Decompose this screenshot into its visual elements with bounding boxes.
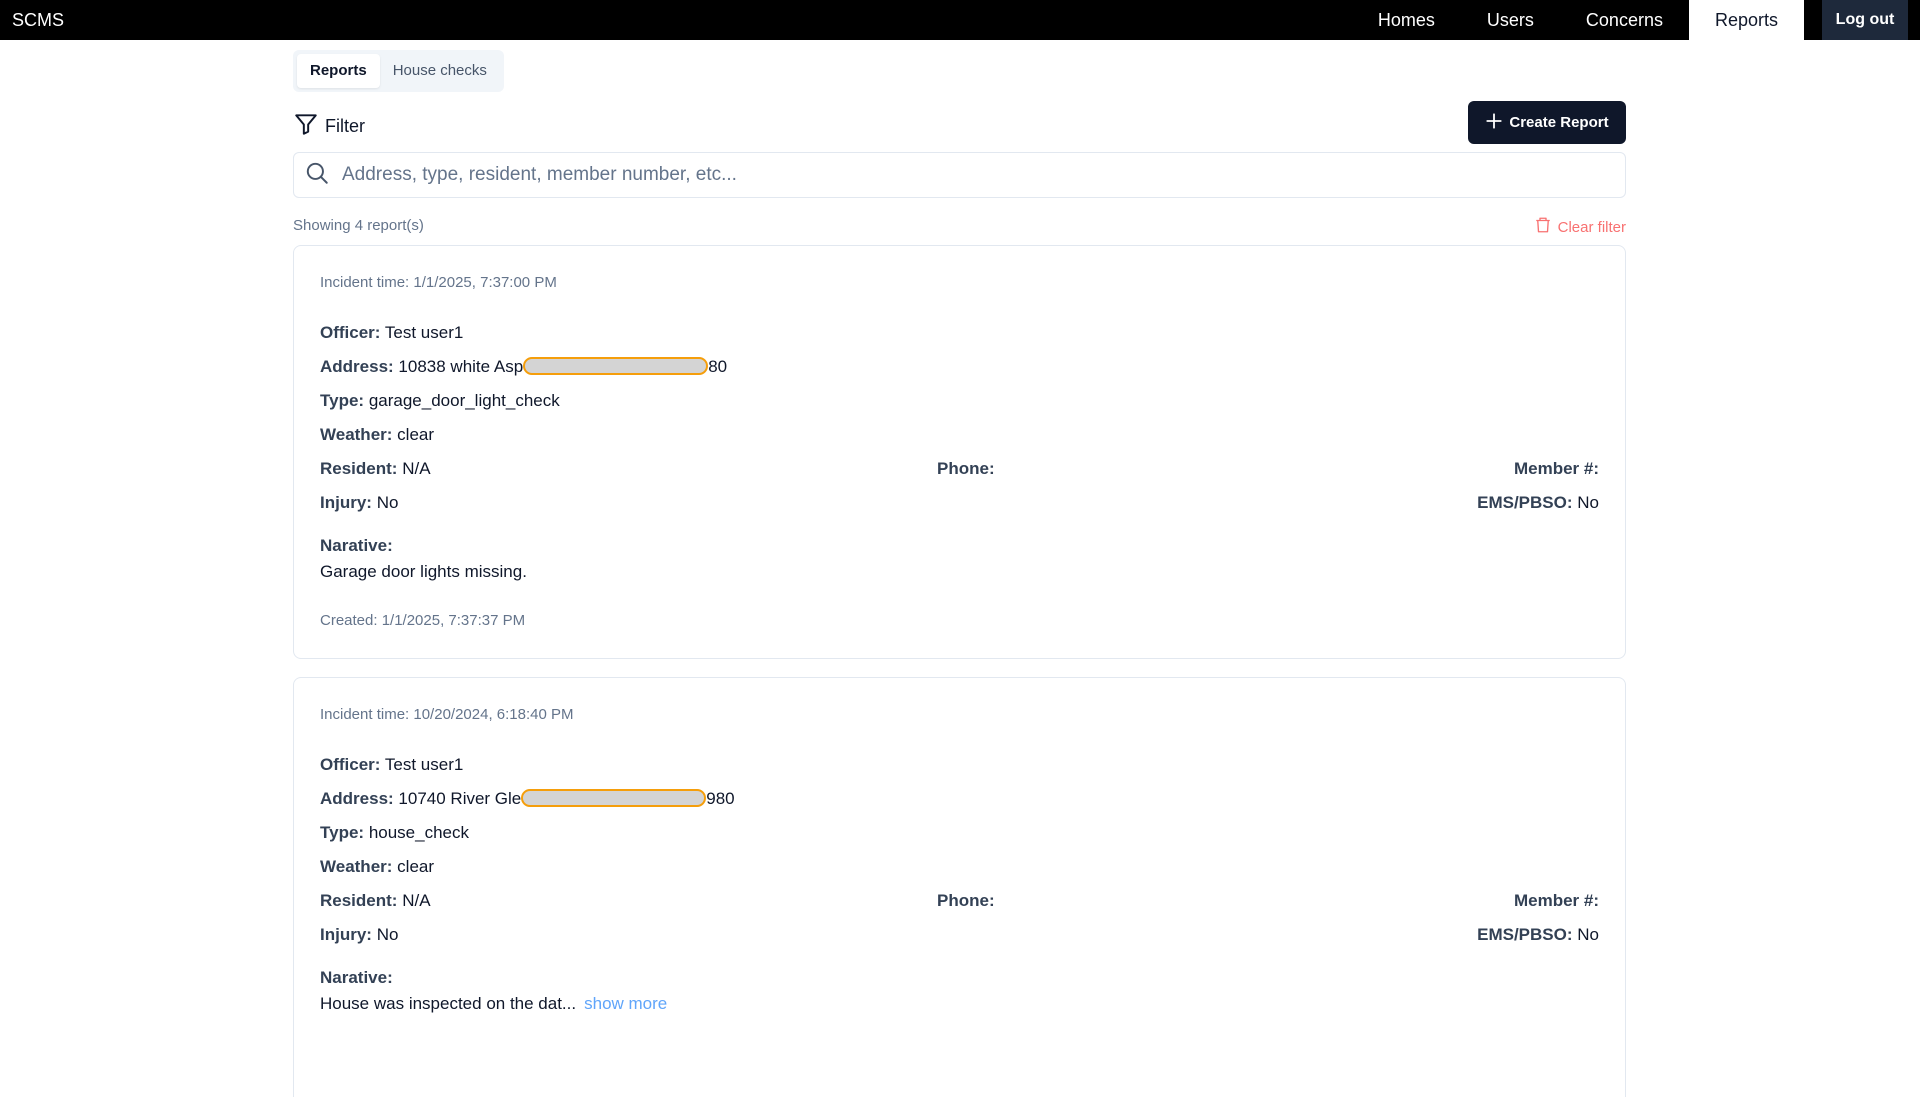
create-report-button[interactable]: Create Report xyxy=(1468,101,1626,144)
officer-label: Officer: xyxy=(320,323,381,342)
injury-label: Injury: xyxy=(320,493,372,512)
clear-filter-label: Clear filter xyxy=(1557,218,1626,236)
phone-field: Phone: xyxy=(937,891,995,911)
search-icon xyxy=(304,160,330,191)
address-field: Address: 10740 River Gle 980 xyxy=(320,789,735,809)
officer-field: Officer: Test user1 xyxy=(320,755,463,775)
nav-concerns[interactable]: Concerns xyxy=(1560,0,1689,40)
address-field: Address: 10838 white Asp 80 xyxy=(320,357,727,377)
plus-icon xyxy=(1485,112,1503,134)
results-count: Showing 4 report(s) xyxy=(293,217,424,234)
narrative-heading: Narative: xyxy=(320,968,393,988)
view-tabs: Reports House checks xyxy=(293,50,504,92)
injury-field: Injury: No xyxy=(320,493,398,513)
weather-value: clear xyxy=(397,857,435,876)
tab-reports[interactable]: Reports xyxy=(297,54,380,88)
narrative-text: House was inspected on the dat... show mo… xyxy=(320,994,667,1014)
nav-reports[interactable]: Reports xyxy=(1688,0,1804,40)
tab-house-checks[interactable]: House checks xyxy=(380,54,500,88)
trash-icon xyxy=(1534,215,1552,239)
nav-users[interactable]: Users xyxy=(1461,0,1560,40)
ems-field: EMS/PBSO: No xyxy=(1477,493,1599,513)
redaction-mark xyxy=(523,357,709,375)
filter-toggle[interactable]: Filter xyxy=(293,112,365,140)
injury-value: No xyxy=(376,925,399,944)
app-brand[interactable]: SCMS xyxy=(12,10,64,31)
weather-field: Weather: clear xyxy=(320,857,434,877)
narrative-heading: Narative: xyxy=(320,536,393,556)
type-field: Type: house_check xyxy=(320,823,469,843)
incident-time: Incident time: 10/20/2024, 6:18:40 PM xyxy=(320,706,574,723)
report-card[interactable]: Incident time: 1/1/2025, 7:37:00 PM Offi… xyxy=(293,245,1626,659)
incident-time: Incident time: 1/1/2025, 7:37:00 PM xyxy=(320,274,557,291)
injury-value: No xyxy=(376,493,399,512)
resident-value: N/A xyxy=(402,459,431,478)
filter-label: Filter xyxy=(325,115,365,136)
member-label: Member #: xyxy=(1513,459,1599,478)
phone-label: Phone: xyxy=(937,459,995,478)
member-field: Member #: xyxy=(1514,891,1599,911)
address-value-end: 980 xyxy=(706,789,735,808)
officer-value: Test user1 xyxy=(384,323,464,342)
main-nav: Homes Users Concerns Reports Log out xyxy=(1352,0,1920,40)
create-report-label: Create Report xyxy=(1509,114,1609,131)
officer-label: Officer: xyxy=(320,755,381,774)
resident-label: Resident: xyxy=(320,459,398,478)
officer-field: Officer: Test user1 xyxy=(320,323,463,343)
phone-label: Phone: xyxy=(937,891,995,910)
resident-value: N/A xyxy=(402,891,431,910)
weather-label: Weather: xyxy=(320,425,393,444)
narrative-label: Narative: xyxy=(320,968,393,987)
weather-field: Weather: clear xyxy=(320,425,434,445)
filter-icon xyxy=(293,111,319,142)
type-field: Type: garage_door_light_check xyxy=(320,391,560,411)
injury-field: Injury: No xyxy=(320,925,398,945)
ems-value: No xyxy=(1577,925,1599,944)
created-time: Created: 1/1/2025, 7:37:37 PM xyxy=(320,612,526,629)
nav-homes[interactable]: Homes xyxy=(1352,0,1461,40)
address-value-end: 80 xyxy=(708,357,728,376)
member-field: Member #: xyxy=(1514,459,1599,479)
type-value: garage_door_light_check xyxy=(368,391,560,410)
member-label: Member #: xyxy=(1513,891,1599,910)
narrative-label: Narative: xyxy=(320,536,393,555)
type-label: Type: xyxy=(320,391,365,410)
ems-label: EMS/PBSO: xyxy=(1477,493,1573,512)
weather-value: clear xyxy=(397,425,435,444)
injury-label: Injury: xyxy=(320,925,372,944)
resident-field: Resident: N/A xyxy=(320,891,431,911)
narrative-text: Garage door lights missing. xyxy=(320,562,527,581)
search-box xyxy=(293,152,1626,198)
redaction-mark xyxy=(521,789,707,807)
search-input[interactable] xyxy=(342,164,1542,186)
show-more-link[interactable]: show more xyxy=(584,994,667,1013)
address-label: Address: xyxy=(320,357,394,376)
ems-value: No xyxy=(1577,493,1599,512)
address-label: Address: xyxy=(320,789,394,808)
phone-field: Phone: xyxy=(937,459,995,479)
type-label: Type: xyxy=(320,823,365,842)
clear-filter-button[interactable]: Clear filter xyxy=(1534,215,1626,239)
narrative-value: House was inspected on the dat... xyxy=(320,994,577,1013)
report-card[interactable]: Incident time: 10/20/2024, 6:18:40 PM Of… xyxy=(293,677,1626,1097)
type-value: house_check xyxy=(368,823,469,842)
weather-label: Weather: xyxy=(320,857,393,876)
resident-field: Resident: N/A xyxy=(320,459,431,479)
top-navbar: SCMS Homes Users Concerns Reports Log ou… xyxy=(0,0,1920,40)
address-value-start: 10838 white Asp xyxy=(398,357,524,376)
address-value-start: 10740 River Gle xyxy=(398,789,522,808)
resident-label: Resident: xyxy=(320,891,398,910)
ems-field: EMS/PBSO: No xyxy=(1477,925,1599,945)
logout-button[interactable]: Log out xyxy=(1822,0,1908,40)
officer-value: Test user1 xyxy=(384,755,464,774)
ems-label: EMS/PBSO: xyxy=(1477,925,1573,944)
